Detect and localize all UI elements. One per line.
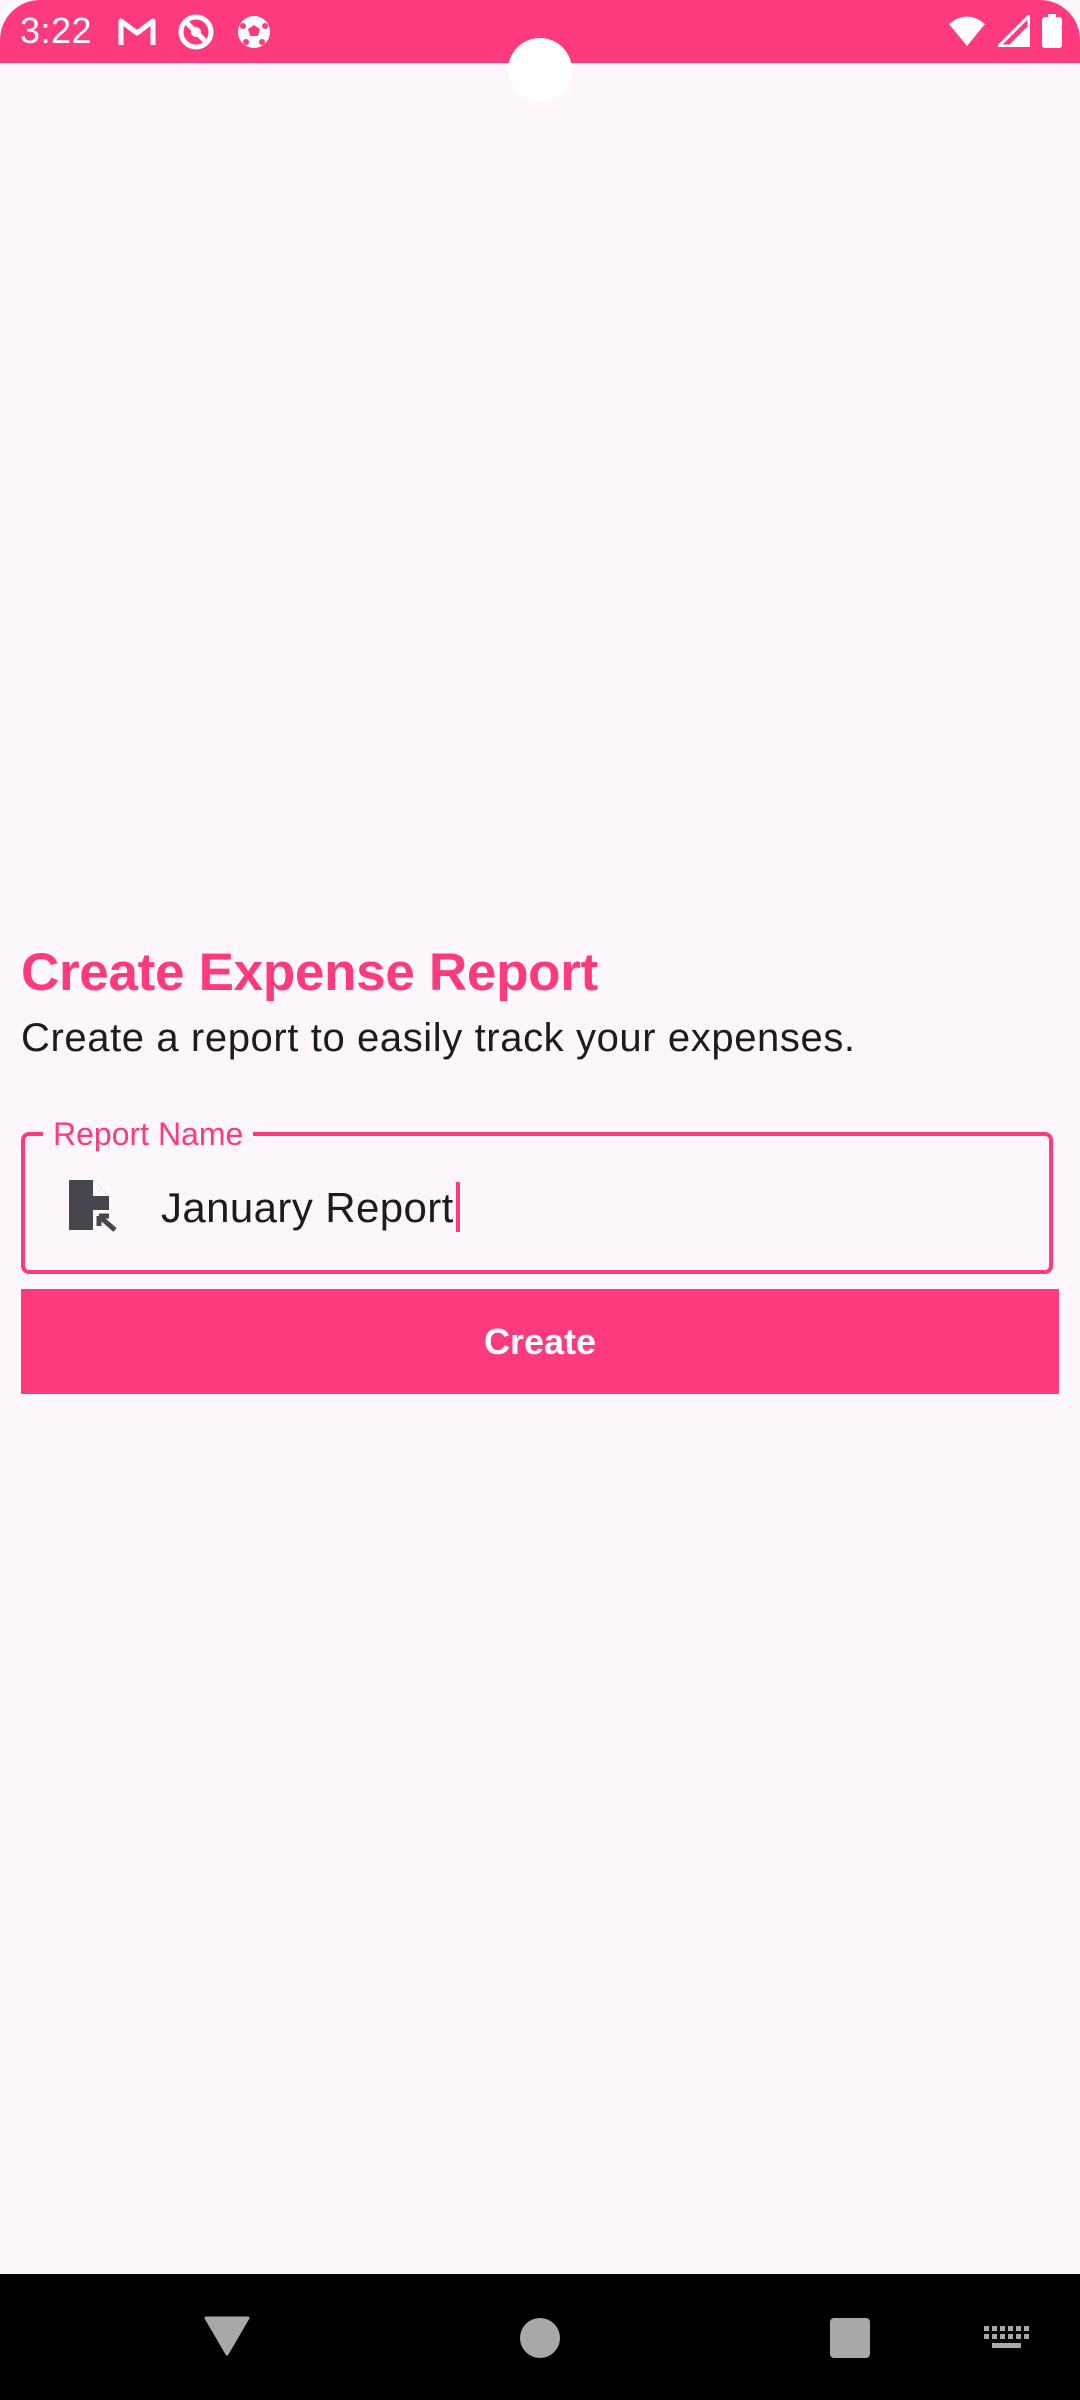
status-time: 3:22 <box>20 10 93 51</box>
back-icon[interactable] <box>204 2316 250 2356</box>
soccer-ball-icon <box>238 16 270 48</box>
file-open-icon <box>69 1180 117 1232</box>
report-name-label: Report Name <box>43 1116 254 1152</box>
notification-icons <box>118 14 272 50</box>
home-icon[interactable] <box>520 2318 560 2358</box>
do-not-disturb-icon <box>178 14 214 50</box>
wifi-icon <box>949 16 985 46</box>
keyboard-icon[interactable] <box>984 2326 1030 2350</box>
create-button[interactable]: Create <box>21 1289 1059 1394</box>
recents-icon[interactable] <box>830 2318 870 2358</box>
system-status-icons <box>948 12 1062 50</box>
report-name-field[interactable]: Report Name January Report <box>21 1116 1053 1274</box>
navigation-bar <box>0 2274 1080 2400</box>
report-name-input[interactable]: January Report <box>161 1182 460 1232</box>
gmail-icon <box>118 18 156 45</box>
report-name-value: January Report <box>161 1184 454 1231</box>
text-cursor <box>455 1182 460 1232</box>
cell-signal-icon <box>998 15 1030 47</box>
battery-icon <box>1042 14 1062 48</box>
app-screen: 3:22 Create Expense Report Create a repo… <box>0 0 1080 2274</box>
camera-cutout <box>508 38 572 102</box>
page-title: Create Expense Report <box>21 943 598 1002</box>
page-subtitle: Create a report to easily track your exp… <box>21 1016 856 1060</box>
